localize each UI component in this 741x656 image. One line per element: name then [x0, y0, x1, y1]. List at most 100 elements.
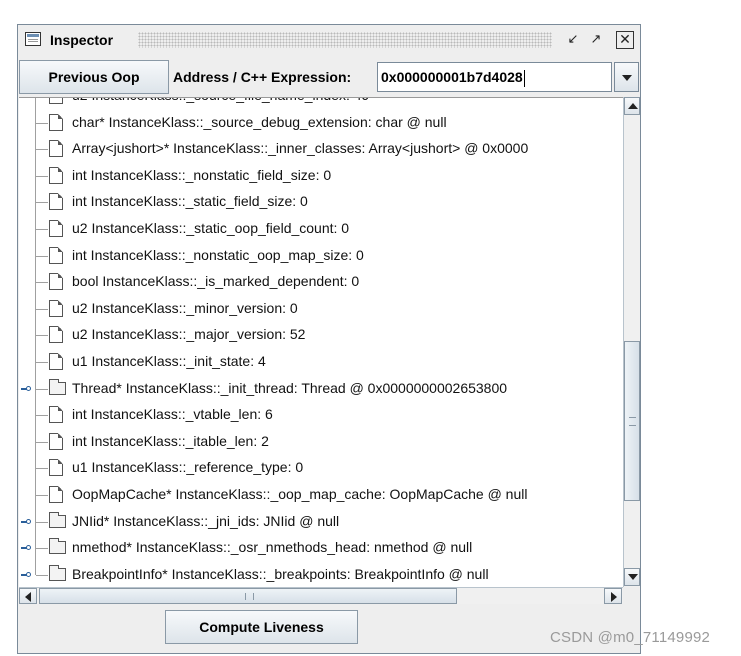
text-caret: [523, 69, 525, 87]
expand-handle-icon[interactable]: [21, 385, 31, 393]
tree-node-label: nmethod* InstanceKlass::_osr_nmethods_he…: [72, 539, 473, 556]
tree-node[interactable]: u2 InstanceKlass::_minor_version: 0: [19, 295, 623, 323]
tree-node[interactable]: u2 InstanceKlass::_static_oop_field_coun…: [19, 216, 623, 243]
horizontal-scrollbar[interactable]: [19, 587, 623, 604]
document-icon: [49, 353, 63, 370]
tree-node[interactable]: u1 InstanceKlass::_init_state: 4: [19, 349, 623, 376]
tree-branch-line: [36, 149, 48, 151]
tree-node-label: u2 InstanceKlass::_source_file_name_inde…: [72, 98, 369, 103]
scroll-up-icon[interactable]: [624, 97, 640, 115]
tree-node-label: u1 InstanceKlass::_reference_type: 0: [72, 459, 304, 476]
tree-node-label: int InstanceKlass::_nonstatic_oop_map_si…: [72, 246, 364, 263]
window-icon: [25, 32, 41, 46]
tree-node[interactable]: int InstanceKlass::_static_field_size: 0: [19, 189, 623, 217]
document-icon: [49, 220, 63, 237]
tree-node-expandable[interactable]: BreakpointInfo* InstanceKlass::_breakpoi…: [19, 561, 623, 588]
document-icon: [49, 246, 63, 264]
tree-node-expandable[interactable]: Thread* InstanceKlass::_init_thread: Thr…: [19, 375, 623, 403]
tree-guide-line: [35, 561, 36, 575]
tree-node-label: JNIid* InstanceKlass::_jni_ids: JNIid @ …: [72, 512, 340, 529]
scroll-left-icon[interactable]: [19, 588, 37, 604]
tree-branch-line: [36, 574, 48, 576]
horizontal-scroll-thumb[interactable]: [39, 588, 457, 604]
toolbar: Previous Oop Address / C++ Expression: 0…: [19, 60, 639, 96]
vertical-scroll-thumb[interactable]: [624, 341, 640, 501]
document-icon: [49, 113, 63, 131]
tree-node[interactable]: u2 InstanceKlass::_major_version: 52: [19, 322, 623, 350]
tree-node-label: Thread* InstanceKlass::_init_thread: Thr…: [72, 379, 508, 396]
tree-branch-line: [36, 229, 48, 230]
document-icon: [49, 486, 63, 503]
scroll-down-icon[interactable]: [624, 568, 640, 586]
document-icon: [49, 432, 63, 450]
tree-node-label: int InstanceKlass::_vtable_len: 6: [72, 406, 273, 423]
tree-branch-line: [36, 335, 48, 337]
expand-handle-icon[interactable]: [21, 518, 31, 526]
title-bar-grip[interactable]: [138, 32, 552, 48]
tree-node-label: int InstanceKlass::_nonstatic_field_size…: [72, 166, 332, 183]
bottom-panel: Compute Liveness: [19, 605, 639, 653]
field-tree[interactable]: u2 InstanceKlass::_source_file_name_inde…: [19, 97, 623, 588]
tree-node[interactable]: int InstanceKlass::_vtable_len: 6: [19, 402, 623, 430]
previous-oop-button[interactable]: Previous Oop: [19, 60, 169, 94]
tree-node[interactable]: u2 InstanceKlass::_source_file_name_inde…: [19, 98, 623, 110]
tree-guide-line: [35, 98, 36, 110]
tree-branch-line: [36, 175, 48, 177]
tree-node[interactable]: OopMapCache* InstanceKlass::_oop_map_cac…: [19, 482, 623, 509]
vertical-scrollbar[interactable]: [623, 97, 640, 587]
maximize-icon[interactable]: ↗: [586, 30, 606, 50]
address-label: Address / C++ Expression:: [173, 69, 352, 85]
tree-node[interactable]: char* InstanceKlass::_source_debug_exten…: [19, 109, 623, 137]
document-icon: [49, 459, 63, 477]
document-icon: [49, 406, 63, 424]
tree-node-label: int InstanceKlass::_itable_len: 2: [72, 432, 269, 449]
close-icon[interactable]: ✕: [616, 31, 634, 49]
tree-node-label: u2 InstanceKlass::_major_version: 52: [72, 326, 306, 343]
tree-node-expandable[interactable]: nmethod* InstanceKlass::_osr_nmethods_he…: [19, 535, 623, 563]
tree-node-label: OopMapCache* InstanceKlass::_oop_map_cac…: [72, 486, 528, 502]
folder-icon: [49, 564, 66, 581]
tree-branch-line: [36, 202, 48, 204]
document-icon: [49, 299, 63, 317]
tree-node[interactable]: int InstanceKlass::_nonstatic_oop_map_si…: [19, 242, 623, 270]
tree-branch-line: [36, 255, 48, 257]
tree-node-label: bool InstanceKlass::_is_marked_dependent…: [72, 273, 360, 290]
tree-branch-line: [36, 468, 48, 470]
folder-icon: [49, 378, 66, 395]
tree-branch-line: [36, 122, 48, 124]
inspector-window: Inspector ↙ ↗ ✕ Previous Oop Address / C…: [17, 24, 641, 654]
tree-branch-line: [36, 308, 48, 310]
tree-node[interactable]: u1 InstanceKlass::_reference_type: 0: [19, 455, 623, 483]
tree-node-expandable[interactable]: JNIid* InstanceKlass::_jni_ids: JNIid @ …: [19, 508, 623, 536]
chevron-down-icon[interactable]: [614, 62, 639, 92]
document-icon: [49, 166, 63, 184]
tree-node[interactable]: int InstanceKlass::_nonstatic_field_size…: [19, 162, 623, 190]
watermark: CSDN @m0_71149992: [550, 629, 711, 646]
tree-branch-line: [36, 441, 48, 443]
scrollbar-corner: [623, 587, 640, 604]
tree-node-label: u1 InstanceKlass::_init_state: 4: [72, 353, 266, 369]
tree-branch-line: [36, 521, 48, 523]
tree-node-label: BreakpointInfo* InstanceKlass::_breakpoi…: [72, 565, 489, 582]
address-input[interactable]: 0x000000001b7d4028: [377, 62, 612, 92]
document-icon: [49, 326, 63, 344]
tree-node[interactable]: int InstanceKlass::_itable_len: 2: [19, 428, 623, 456]
document-icon: [49, 273, 63, 291]
minimize-icon[interactable]: ↙: [563, 30, 583, 50]
tree-node-label: Array<jushort>* InstanceKlass::_inner_cl…: [72, 140, 529, 157]
expand-handle-icon[interactable]: [21, 571, 31, 579]
document-icon: [49, 193, 63, 211]
expand-handle-icon[interactable]: [21, 544, 31, 552]
tree-node[interactable]: bool InstanceKlass::_is_marked_dependent…: [19, 269, 623, 297]
folder-icon: [49, 538, 66, 555]
window-title: Inspector: [50, 32, 114, 48]
tree-branch-line: [36, 362, 48, 363]
compute-liveness-button[interactable]: Compute Liveness: [165, 610, 358, 644]
tree-node[interactable]: Array<jushort>* InstanceKlass::_inner_cl…: [19, 136, 623, 164]
tree-node-label: u2 InstanceKlass::_minor_version: 0: [72, 299, 298, 316]
scroll-right-icon[interactable]: [604, 588, 622, 604]
title-bar[interactable]: Inspector ↙ ↗ ✕: [18, 25, 640, 57]
tree-node-label: char* InstanceKlass::_source_debug_exten…: [72, 113, 447, 130]
tree-node-label: u2 InstanceKlass::_static_oop_field_coun…: [72, 220, 350, 236]
document-icon: [49, 98, 63, 104]
